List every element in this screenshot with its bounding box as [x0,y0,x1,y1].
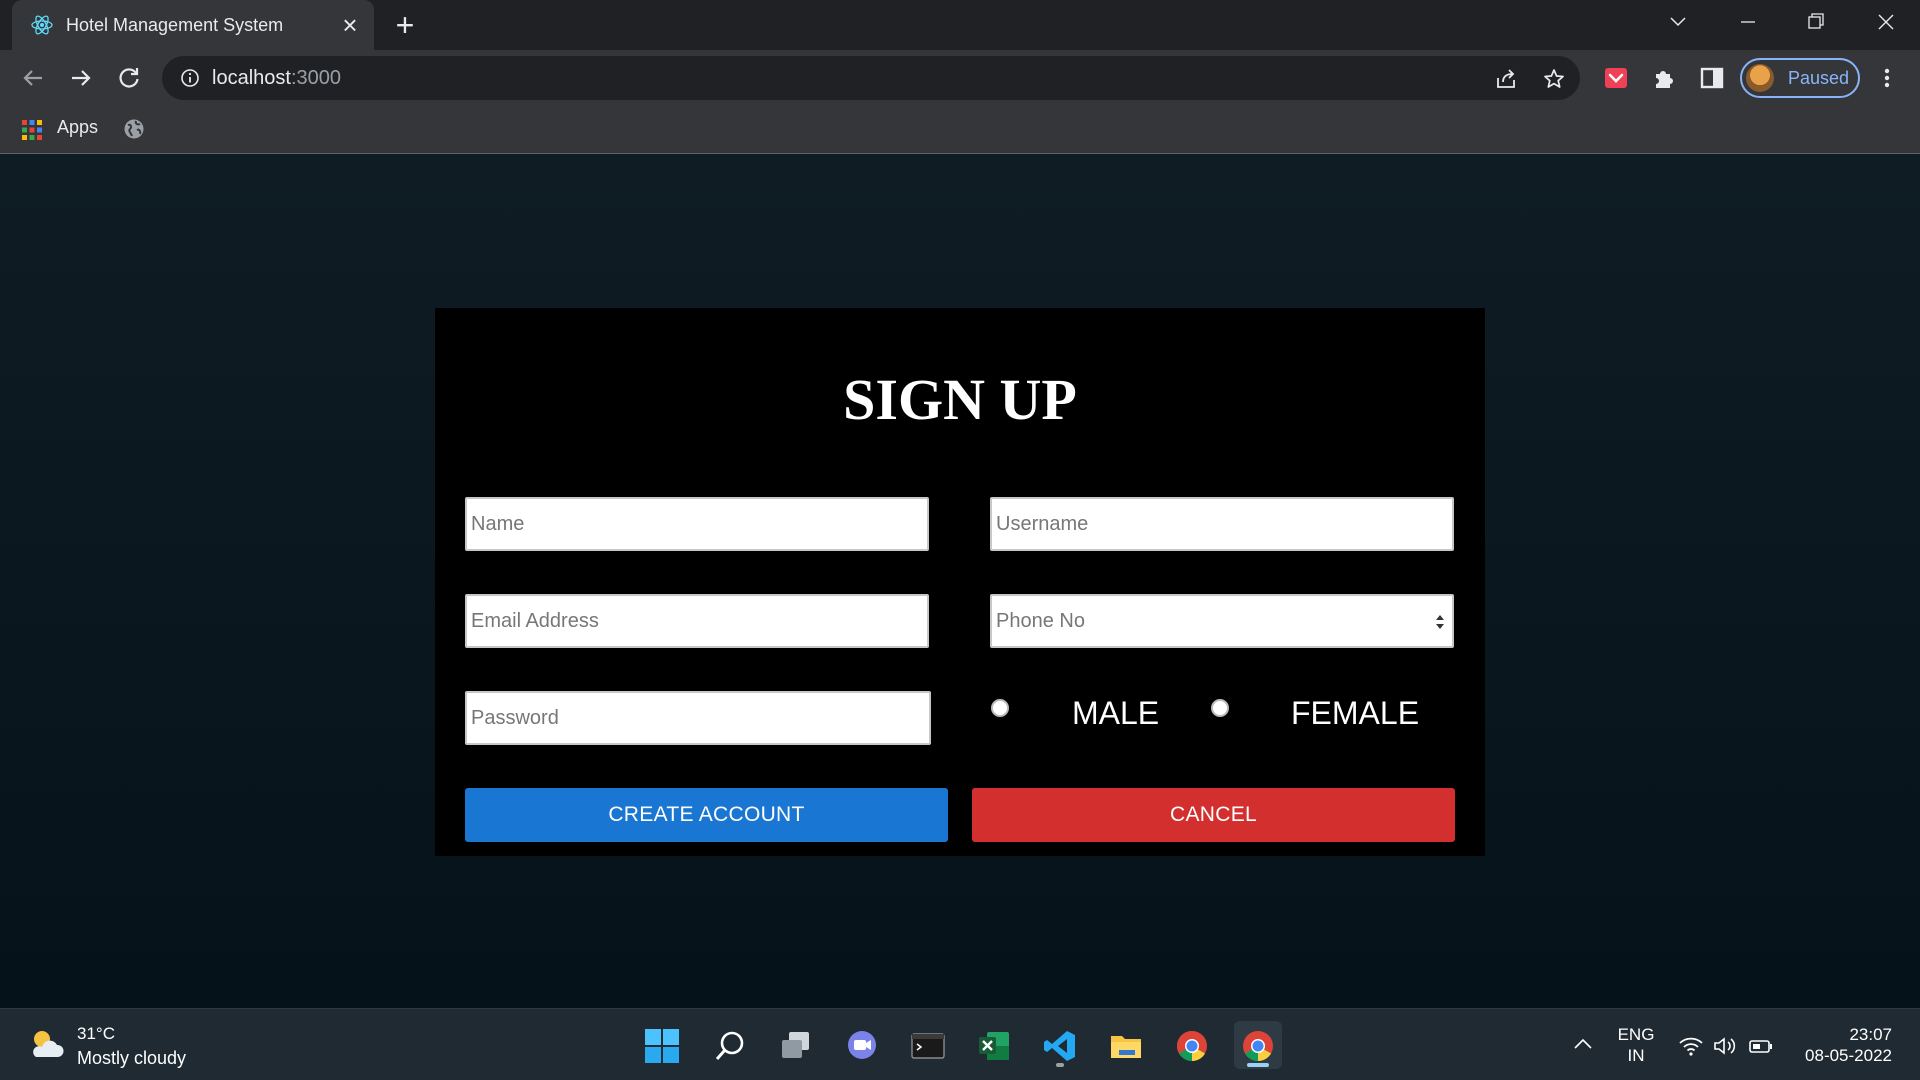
chrome-active-icon[interactable] [1234,1021,1282,1069]
page-title: SIGN UP [843,367,1077,432]
battery-icon[interactable] [1748,1035,1774,1057]
terminal-icon[interactable] [904,1021,952,1069]
apps-grid-icon[interactable] [22,120,42,140]
chat-icon[interactable] [838,1021,886,1069]
apps-bookmark[interactable]: Apps [57,117,98,138]
chevron-up-icon[interactable] [1572,1035,1594,1053]
reload-icon[interactable] [114,63,144,93]
bookmarks-bar: Apps [0,106,1920,154]
task-view-icon[interactable] [772,1021,820,1069]
phone-input[interactable]: Phone No [990,594,1454,648]
close-icon[interactable]: × [336,11,364,39]
browser-tab[interactable]: Hotel Management System × [12,0,374,50]
avatar [1746,64,1774,92]
password-input[interactable]: Password [465,691,931,745]
wifi-icon[interactable] [1678,1035,1704,1057]
weather-description[interactable]: Mostly cloudy [77,1048,186,1069]
name-input[interactable]: Name [465,497,929,551]
language-indicator[interactable]: ENG IN [1614,1024,1658,1066]
search-icon[interactable] [706,1021,754,1069]
extensions-icon[interactable] [1651,65,1677,91]
address-bar[interactable]: localhost:3000 [162,56,1580,100]
female-label: FEMALE [1291,695,1420,731]
restore-icon[interactable] [1798,8,1834,36]
spinner-arrows-icon[interactable] [1434,612,1446,632]
signup-form: SIGN UP Name Username Email Address Phon… [435,308,1485,856]
cancel-button[interactable]: CANCEL [972,788,1455,842]
share-icon[interactable] [1494,67,1518,91]
forward-icon[interactable] [66,63,96,93]
tab-search-icon[interactable] [1660,8,1696,36]
female-radio[interactable] [1211,699,1229,717]
excel-icon[interactable] [970,1021,1018,1069]
window-close-icon[interactable] [1868,8,1904,36]
profile-status: Paused [1788,68,1850,88]
pocket-extension-icon[interactable] [1603,65,1629,91]
email-input[interactable]: Email Address [465,594,929,648]
page-background: SIGN UP Name Username Email Address Phon… [0,154,1920,1008]
browser-titlebar: Hotel Management System × + [0,0,1920,50]
info-icon[interactable] [180,68,200,88]
clock[interactable]: 23:07 08-05-2022 [1780,1024,1892,1066]
plus-icon[interactable]: + [390,9,420,41]
taskbar: 31°C Mostly cloudy ENG IN 23:07 08-05-20… [0,1008,1920,1080]
react-icon [30,13,54,37]
chrome-icon[interactable] [1168,1021,1216,1069]
more-menu-icon[interactable] [1874,64,1900,92]
male-radio[interactable] [991,699,1009,717]
globe-icon[interactable] [123,118,145,140]
browser-toolbar: localhost:3000 Paused [0,50,1920,106]
username-input[interactable]: Username [990,497,1454,551]
weather-temperature[interactable]: 31°C [77,1024,115,1044]
tab-title: Hotel Management System [66,15,284,35]
windows-start-icon[interactable] [638,1021,686,1069]
minimize-icon[interactable] [1730,8,1766,36]
vscode-icon[interactable] [1036,1021,1084,1069]
create-account-button[interactable]: CREATE ACCOUNT [465,788,948,842]
weather-cloudy-icon[interactable] [26,1027,66,1061]
profile-button[interactable]: Paused [1740,58,1860,98]
side-panel-icon[interactable] [1699,65,1725,91]
file-explorer-icon[interactable] [1102,1021,1150,1069]
male-label: MALE [1072,695,1160,731]
url-text: localhost:3000 [212,67,341,89]
back-icon[interactable] [18,63,48,93]
volume-icon[interactable] [1712,1035,1738,1057]
star-icon[interactable] [1542,67,1566,91]
